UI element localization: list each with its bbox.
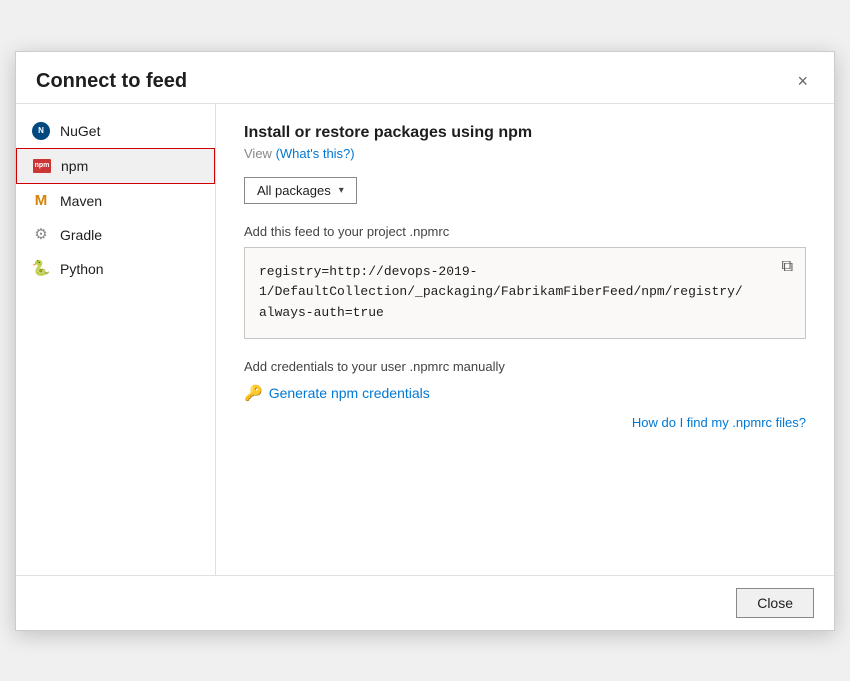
npm-icon: npm bbox=[33, 157, 51, 175]
generate-credentials-link[interactable]: 🔑 Generate npm credentials bbox=[244, 384, 430, 402]
sidebar: N NuGet npm npm M Maven ⚙ Grad bbox=[16, 104, 216, 575]
gradle-icon: ⚙ bbox=[32, 226, 50, 244]
generate-link-label: Generate npm credentials bbox=[269, 385, 430, 401]
sidebar-label-npm: npm bbox=[61, 158, 88, 174]
copy-button[interactable]: ⧉ bbox=[778, 256, 797, 278]
close-icon-button[interactable]: × bbox=[791, 70, 814, 92]
all-packages-dropdown[interactable]: All packages ▾ bbox=[244, 177, 357, 204]
help-link-row: How do I find my .npmrc files? bbox=[244, 415, 806, 430]
python-icon: 🐍 bbox=[32, 260, 50, 278]
dialog-title: Connect to feed bbox=[36, 70, 187, 93]
help-link[interactable]: How do I find my .npmrc files? bbox=[632, 415, 806, 430]
code-box: registry=http://devops-2019-1/DefaultCol… bbox=[244, 247, 806, 339]
sidebar-item-maven[interactable]: M Maven bbox=[16, 184, 215, 218]
main-content: Install or restore packages using npm Vi… bbox=[216, 104, 834, 575]
sidebar-label-gradle: Gradle bbox=[60, 227, 102, 243]
code-text: registry=http://devops-2019-1/DefaultCol… bbox=[259, 264, 743, 321]
sidebar-label-nuget: NuGet bbox=[60, 123, 100, 139]
section1-label: Add this feed to your project .npmrc bbox=[244, 224, 806, 239]
main-title: Install or restore packages using npm bbox=[244, 124, 806, 142]
sidebar-label-python: Python bbox=[60, 261, 104, 277]
dialog-header: Connect to feed × bbox=[16, 52, 834, 103]
chevron-down-icon: ▾ bbox=[339, 185, 344, 196]
key-icon: 🔑 bbox=[244, 384, 263, 402]
credentials-label: Add credentials to your user .npmrc manu… bbox=[244, 359, 806, 374]
sidebar-item-python[interactable]: 🐍 Python bbox=[16, 252, 215, 286]
copy-icon: ⧉ bbox=[782, 258, 793, 275]
view-link-row: View (What's this?) bbox=[244, 146, 806, 161]
close-button[interactable]: Close bbox=[736, 588, 814, 618]
maven-icon: M bbox=[32, 192, 50, 210]
sidebar-label-maven: Maven bbox=[60, 193, 102, 209]
dialog-footer: Close bbox=[16, 575, 834, 630]
connect-to-feed-dialog: Connect to feed × N NuGet npm npm M bbox=[15, 51, 835, 631]
sidebar-item-nuget[interactable]: N NuGet bbox=[16, 114, 215, 148]
dialog-body: N NuGet npm npm M Maven ⚙ Grad bbox=[16, 103, 834, 575]
nuget-icon: N bbox=[32, 122, 50, 140]
dropdown-label: All packages bbox=[257, 183, 331, 198]
sidebar-item-npm[interactable]: npm npm bbox=[16, 148, 215, 184]
whats-this-link[interactable]: (What's this?) bbox=[276, 146, 355, 161]
sidebar-item-gradle[interactable]: ⚙ Gradle bbox=[16, 218, 215, 252]
